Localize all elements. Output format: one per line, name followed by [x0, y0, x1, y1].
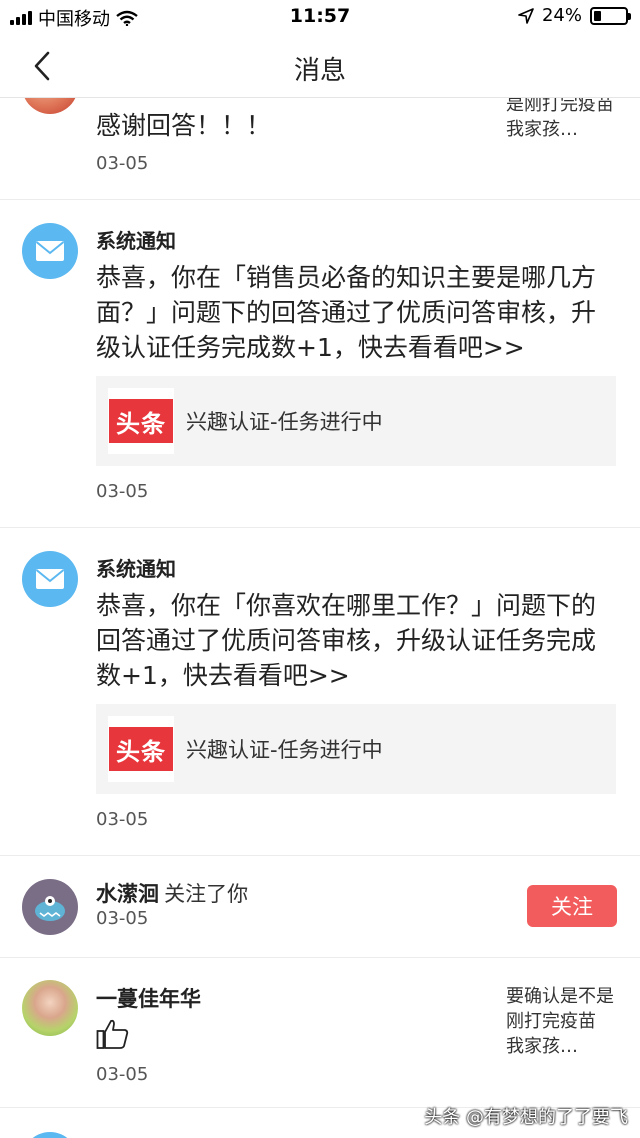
page-title: 消息: [293, 56, 346, 86]
message-item[interactable]: 一蔓佳年华 03-05 要确认是不是刚打完疫苗 我家孩…: [0, 958, 640, 1108]
avatar[interactable]: [22, 980, 78, 1036]
location-arrow-icon: [518, 7, 534, 24]
message-item[interactable]: 水潆洄 关注了你 03-05 关注: [0, 856, 640, 958]
status-bar: 中国移动 11:57 24%: [0, 0, 640, 34]
message-date: 03-05: [96, 481, 149, 502]
follow-button[interactable]: 关注: [527, 885, 617, 927]
message-date: 03-05: [96, 908, 149, 929]
reply-preview: 要确认是不是刚打完疫苗 我家孩…: [506, 986, 614, 1057]
mail-icon: [35, 569, 65, 589]
mail-icon: [35, 241, 65, 261]
sender-name[interactable]: 一蔓佳年华: [96, 983, 201, 1013]
reply-preview: 是刚打完疫苗 我家孩…: [506, 94, 614, 140]
battery-percent: 24%: [541, 5, 582, 26]
task-card[interactable]: 头条 兴趣认证-任务进行中: [96, 376, 616, 466]
battery-icon: [590, 6, 631, 25]
card-text: 兴趣认证-任务进行中: [186, 738, 383, 762]
message-date: 03-05: [96, 809, 149, 830]
message-body[interactable]: 恭喜，你在「销售员必备的知识主要是哪几方面？」问题下的回答通过了优质问答审核，升…: [96, 260, 616, 365]
follow-action-text: 关注了你: [164, 882, 249, 906]
avatar: [22, 1132, 78, 1138]
message-body: 感谢回答！！！: [96, 111, 272, 140]
avatar: [22, 551, 78, 607]
monster-avatar-icon: [35, 896, 65, 921]
sender-name: 系统通知: [96, 557, 176, 581]
task-card[interactable]: 头条 兴趣认证-任务进行中: [96, 704, 616, 794]
watermark: 头条 @有梦想的了了要飞: [424, 1107, 628, 1128]
toutiao-logo: 头条: [108, 716, 174, 782]
toutiao-logo: 头条: [108, 388, 174, 454]
avatar[interactable]: [22, 879, 78, 935]
message-body[interactable]: 恭喜，你在「你喜欢在哪里工作？」问题下的回答通过了优质问答审核，升级认证任务完成…: [96, 588, 616, 693]
follower-name[interactable]: 水潆洄: [96, 882, 159, 906]
message-item[interactable]: 系统通知 恭喜，你在「你喜欢在哪里工作？」问题下的回答通过了优质问答审核，升级认…: [0, 528, 640, 856]
message-date: 03-05: [96, 153, 149, 174]
message-item[interactable]: 系统通知 恭喜，你在「销售员必备的知识主要是哪几方面？」问题下的回答通过了优质问…: [0, 200, 640, 528]
avatar: [22, 223, 78, 279]
card-text: 兴趣认证-任务进行中: [186, 410, 383, 434]
nav-bar: 消息: [0, 34, 640, 98]
sender-name: 系统通知: [96, 229, 176, 253]
battery-fill: [594, 10, 602, 21]
message-date: 03-05: [96, 1064, 149, 1085]
thumbs-up-icon: [96, 1019, 129, 1049]
